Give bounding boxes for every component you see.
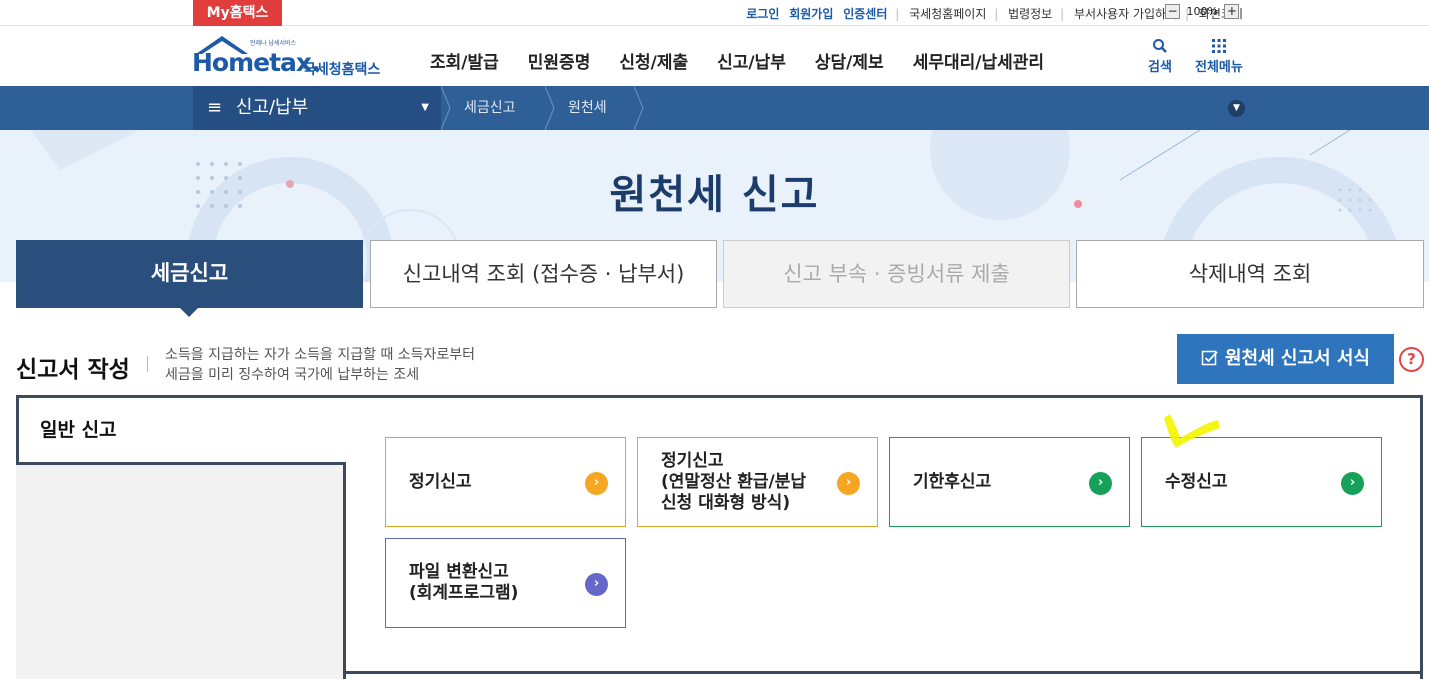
search-label: 검색 <box>1148 60 1172 75</box>
divider: | <box>1060 7 1065 21</box>
menu-item-application[interactable]: 신청/제출 <box>619 48 688 73</box>
breadcrumb-separator-icon <box>634 86 644 130</box>
card-label: 정기신고 <box>409 471 472 492</box>
my-hometax-tab[interactable]: My홈택스 <box>193 0 282 26</box>
signup-link[interactable]: 회원가입 <box>789 7 833 21</box>
arrow-right-icon: › <box>1089 472 1112 495</box>
card-label: 정기신고 (연말정산 환급/분납 신청 대화형 방식) <box>661 438 806 526</box>
divider <box>343 462 346 679</box>
breadcrumb-separator-icon <box>441 86 451 130</box>
zoom-out-button[interactable]: − <box>1165 4 1180 19</box>
search-icon <box>1152 39 1167 53</box>
logo-subtitle: 국세청홈택스 <box>303 62 381 78</box>
tab-filing-history[interactable]: 신고내역 조회 (접수증 · 납부서) <box>370 240 717 308</box>
dept-user-link[interactable]: 부서사용자 가입하기 <box>1074 7 1177 21</box>
help-icon[interactable]: ? <box>1399 347 1424 372</box>
all-menu-button[interactable]: 전체메뉴 <box>1195 36 1243 75</box>
late-filing-card[interactable]: 기한후신고 › <box>889 437 1130 527</box>
card-label-line: 파일 변환신고 <box>409 562 509 582</box>
highlight-annotation <box>1164 414 1220 448</box>
header: 언제나 납세서비스 Hometax. 국세청홈택스 조회/발급 민원증명 신청/… <box>0 26 1429 86</box>
breadcrumb-item-withholding[interactable]: 원천세 <box>568 86 607 130</box>
description-line: 세금을 미리 징수하여 국가에 납부하는 조세 <box>165 367 420 383</box>
tab-tax-filing[interactable]: 세금신고 <box>16 240 363 317</box>
arrow-right-icon: › <box>585 472 608 495</box>
section-label: 신고/납부 <box>235 97 309 118</box>
panel-sidebar <box>16 462 346 679</box>
breadcrumb-item-tax-filing[interactable]: 세금신고 <box>464 86 516 130</box>
section-description: 소득을 지급하는 자가 소득을 지급할 때 소득자로부터 세금을 미리 징수하여… <box>165 345 475 385</box>
divider <box>343 671 1423 674</box>
cert-center-link[interactable]: 인증센터 <box>843 7 887 21</box>
login-link[interactable]: 로그인 <box>746 7 779 21</box>
regular-filing-card[interactable]: 정기신고 › <box>385 437 626 527</box>
panel-label: 일반 신고 <box>22 398 343 462</box>
arrow-right-icon: › <box>1341 472 1364 495</box>
checkbox-edit-icon <box>1201 350 1218 366</box>
menu-item-tax-agent[interactable]: 세무대리/납세관리 <box>913 48 1044 73</box>
page-title: 원천세 신고 <box>609 172 820 218</box>
zoom-in-button[interactable]: + <box>1224 4 1240 19</box>
utility-bar: My홈택스 로그인 회원가입 인증센터 | 국세청홈페이지 | 법령정보 | 부… <box>0 0 1429 26</box>
divider <box>147 356 148 372</box>
file-conversion-filing-card[interactable]: 파일 변환신고 (회계프로그램) › <box>385 538 626 628</box>
card-label: 기한후신고 <box>913 471 992 492</box>
form-button-label: 원천세 신고서 서식 <box>1224 348 1370 369</box>
grid-menu-icon <box>1211 39 1226 53</box>
regular-filing-interactive-card[interactable]: 정기신고 (연말정산 환급/분납 신청 대화형 방식) › <box>637 437 878 527</box>
breadcrumb-bar: ≡ 신고/납부 ▼ 세금신고 원천세 ▼ <box>0 86 1429 130</box>
card-label-line: (회계프로그램) <box>409 583 519 603</box>
main-menu: 조회/발급 민원증명 신청/제출 신고/납부 상담/제보 세무대리/납세관리 <box>430 48 1073 73</box>
withholding-form-button[interactable]: 원천세 신고서 서식 <box>1177 334 1394 384</box>
tab-deleted-history[interactable]: 삭제내역 조회 <box>1076 240 1424 308</box>
divider: | <box>895 7 900 21</box>
search-button[interactable]: 검색 <box>1148 36 1172 75</box>
hamburger-icon: ≡ <box>207 97 223 118</box>
arrow-right-icon: › <box>585 573 608 596</box>
divider: | <box>994 7 999 21</box>
menu-item-certificate[interactable]: 민원증명 <box>528 48 591 73</box>
logo-tagline: 언제나 납세서비스 <box>250 40 297 47</box>
menu-item-consult[interactable]: 상담/제보 <box>815 48 884 73</box>
law-info-link[interactable]: 법령정보 <box>1008 7 1052 21</box>
description-line: 소득을 지급하는 자가 소득을 지급할 때 소득자로부터 <box>165 347 476 363</box>
card-label: 파일 변환신고 (회계프로그램) <box>409 539 518 627</box>
menu-item-inquiry[interactable]: 조회/발급 <box>430 48 499 73</box>
tab-attachments-submit: 신고 부속 · 증빙서류 제출 <box>723 240 1070 308</box>
caret-down-icon: ▼ <box>421 102 429 113</box>
section-dropdown[interactable]: ≡ 신고/납부 ▼ <box>193 86 441 130</box>
hometax-logo[interactable]: 언제나 납세서비스 Hometax. 국세청홈택스 <box>192 34 392 80</box>
logo-brand: Hometax. <box>192 48 321 77</box>
zoom-level: 100% <box>1186 4 1218 18</box>
card-label-line: (연말정산 환급/분납 <box>661 471 807 492</box>
breadcrumb-separator-icon <box>545 86 555 130</box>
all-menu-label: 전체메뉴 <box>1195 60 1243 75</box>
zoom-control: − 100% + <box>1165 4 1240 22</box>
divider <box>16 462 346 465</box>
chevron-down-icon[interactable]: ▼ <box>1228 100 1245 117</box>
arrow-right-icon: › <box>837 472 860 495</box>
card-label-line: 정기신고 <box>661 450 724 471</box>
nts-home-link[interactable]: 국세청홈페이지 <box>909 7 986 21</box>
section-title: 신고서 작성 <box>16 357 130 383</box>
card-label-line: 신청 대화형 방식) <box>661 492 791 513</box>
menu-item-filing[interactable]: 신고/납부 <box>717 48 786 73</box>
